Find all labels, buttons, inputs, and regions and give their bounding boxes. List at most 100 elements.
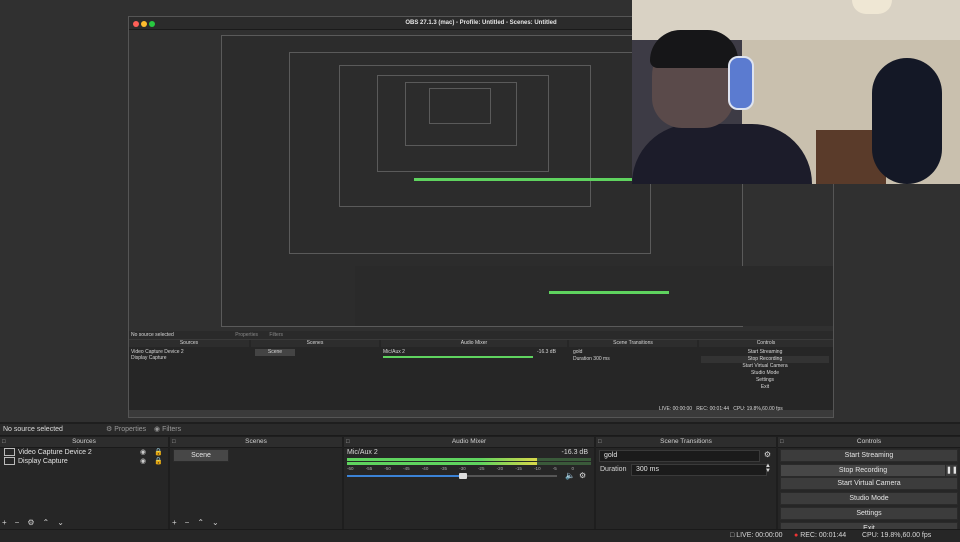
nested-mixer-header: Audio Mixer xyxy=(381,340,567,347)
duration-input[interactable]: 300 ms xyxy=(631,464,767,476)
meter-tick-label: -20 xyxy=(496,466,504,471)
nested-statusbar: LIVE: 00:00:00 REC: 00:01:44 CPU: 19.8%,… xyxy=(659,406,783,412)
meter-tick-label: -45 xyxy=(403,466,410,471)
volume-slider-row: 🔈 ⚙ xyxy=(347,471,591,480)
meter-tick-label: -50 xyxy=(384,466,391,471)
source-name: Display Capture xyxy=(18,458,68,465)
preview-canvas[interactable]: OBS 27.1.3 (mac) - Profile: Untitled - S… xyxy=(0,0,960,422)
filters-button[interactable]: ◉ Filters xyxy=(154,424,181,435)
meter-tick-label: -40 xyxy=(421,466,429,471)
gear-icon[interactable]: ⚙ xyxy=(764,450,771,459)
mixer-channel-name: Mic/Aux 2 xyxy=(347,449,378,456)
meter-tick-label: -25 xyxy=(477,466,485,471)
nested-meter xyxy=(549,291,669,294)
add-icon[interactable]: + xyxy=(172,518,177,527)
undock-icon[interactable]: □ xyxy=(780,437,784,447)
scene-transitions-dock: □ Scene Transitions gold ⚙ Duration 300 m… xyxy=(596,437,776,529)
live-indicator: □ LIVE: 00:00:00 xyxy=(730,532,783,539)
mixer-channel-row: Mic/Aux 2 -16.3 dB xyxy=(344,448,594,457)
pause-icon[interactable]: ❚❚ xyxy=(945,464,958,477)
record-icon: ● xyxy=(794,532,799,539)
add-icon[interactable]: + xyxy=(2,518,7,527)
meter-tick-label: -60 xyxy=(347,466,354,471)
duration-row: Duration 300 ms ▲ ▼ xyxy=(599,463,773,476)
eye-icon[interactable]: ◉ xyxy=(140,457,146,466)
start-streaming-button[interactable]: Start Streaming xyxy=(780,449,958,462)
volume-meter xyxy=(347,462,591,465)
stepper-icon[interactable]: ▲ ▼ xyxy=(765,463,771,474)
nested-controls: Start Streaming Stop Recording Start Vir… xyxy=(701,349,829,391)
transition-select[interactable]: gold xyxy=(599,450,760,462)
context-bar: No source selected ⚙ Properties ◉ Filter… xyxy=(0,424,960,436)
volume-slider-fill xyxy=(347,475,463,477)
move-down-icon[interactable]: ⌄ xyxy=(57,518,64,527)
nested-cpu: CPU: 19.8%,60.00 fps xyxy=(733,406,783,412)
nested-context-bar: No source selected Properties Filters xyxy=(129,331,833,339)
live-time: LIVE: 00:00:00 xyxy=(736,532,783,539)
undock-icon[interactable]: □ xyxy=(346,437,350,447)
nested-properties: Properties xyxy=(235,332,258,338)
nested-duration-value: 300 ms xyxy=(593,356,610,362)
meter-fill xyxy=(347,462,538,465)
volume-slider[interactable] xyxy=(347,473,557,479)
meter-tick-label: -15 xyxy=(515,466,522,471)
source-item[interactable]: Display Capture ◉ 🔒 xyxy=(0,457,168,466)
properties-button[interactable]: ⚙ Properties xyxy=(106,424,146,435)
transitions-title: Scene Transitions xyxy=(660,438,712,445)
webcam-chair xyxy=(872,58,942,184)
nested-start-streaming: Start Streaming xyxy=(747,349,783,355)
close-icon xyxy=(133,21,139,27)
nested-virtual-camera: Start Virtual Camera xyxy=(742,363,788,369)
move-up-icon[interactable]: ⌃ xyxy=(43,518,50,527)
remove-icon[interactable]: − xyxy=(185,518,190,527)
meter-tick-label: -30 xyxy=(459,466,466,471)
nested-window-title: OBS 27.1.3 (mac) - Profile: Untitled - S… xyxy=(405,20,557,26)
nested-filters: Filters xyxy=(269,332,284,338)
gear-icon[interactable]: ⚙ xyxy=(27,518,34,527)
nested-transitions-header: Scene Transitions xyxy=(569,340,697,347)
minimize-icon xyxy=(141,21,147,27)
nested-rec: REC: 00:01:44 xyxy=(696,406,730,412)
webcam-headset xyxy=(728,56,754,110)
undock-icon[interactable]: □ xyxy=(2,437,6,447)
eye-icon[interactable]: ◉ xyxy=(140,448,146,457)
lock-icon[interactable]: 🔒 xyxy=(154,457,163,466)
studio-mode-button[interactable]: Studio Mode xyxy=(780,492,958,505)
transition-selected-value: gold xyxy=(604,452,618,459)
settings-button[interactable]: Settings xyxy=(780,507,958,520)
stop-recording-button[interactable]: Stop Recording xyxy=(780,464,946,477)
status-bar: □ LIVE: 00:00:00 ● REC: 00:01:44 CPU: 19… xyxy=(0,529,960,542)
sources-header: □ Sources xyxy=(0,437,168,448)
meter-tick-label: -10 xyxy=(534,466,541,471)
scenes-title: Scenes xyxy=(245,438,267,445)
nested-live: LIVE: 00:00:00 xyxy=(659,406,693,412)
lock-icon[interactable]: 🔒 xyxy=(154,448,163,457)
nested-exit: Exit xyxy=(760,384,770,390)
gear-icon[interactable]: ⚙ xyxy=(579,471,586,480)
transition-select-row: gold ⚙ xyxy=(599,450,773,462)
move-up-icon[interactable]: ⌃ xyxy=(197,518,204,527)
mixer-level: -16.3 dB xyxy=(561,449,588,456)
meter-tick-label: -5 xyxy=(552,466,557,471)
scenes-toolbar: + − ⌃ ⌄ xyxy=(172,518,227,527)
nested-scenes-header: Scenes xyxy=(251,340,379,347)
start-virtual-camera-button[interactable]: Start Virtual Camera xyxy=(780,477,958,490)
nested-docks: Sources Video Capture Device 2 Display C… xyxy=(129,340,833,412)
sources-toolbar: + − ⚙ ⌃ ⌄ xyxy=(2,518,72,527)
nested-source-item: Display Capture xyxy=(131,355,167,361)
move-down-icon[interactable]: ⌄ xyxy=(212,518,219,527)
camera-icon xyxy=(4,448,15,457)
speaker-icon[interactable]: 🔈 xyxy=(565,471,575,480)
webcam-person-hair xyxy=(650,30,738,68)
meter-tick-label: -35 xyxy=(440,466,448,471)
volume-slider-handle[interactable] xyxy=(458,473,467,479)
remove-icon[interactable]: − xyxy=(15,518,20,527)
undock-icon[interactable]: □ xyxy=(172,437,176,447)
duration-value: 300 ms xyxy=(636,466,659,473)
meter-fill xyxy=(347,458,538,461)
nested-duration-label: Duration xyxy=(573,356,592,362)
undock-icon[interactable]: □ xyxy=(598,437,602,447)
rec-time: REC: 00:01:44 xyxy=(800,532,847,539)
source-item[interactable]: Video Capture Device 2 ◉ 🔒 xyxy=(0,448,168,457)
scene-item[interactable]: Scene xyxy=(173,449,229,462)
